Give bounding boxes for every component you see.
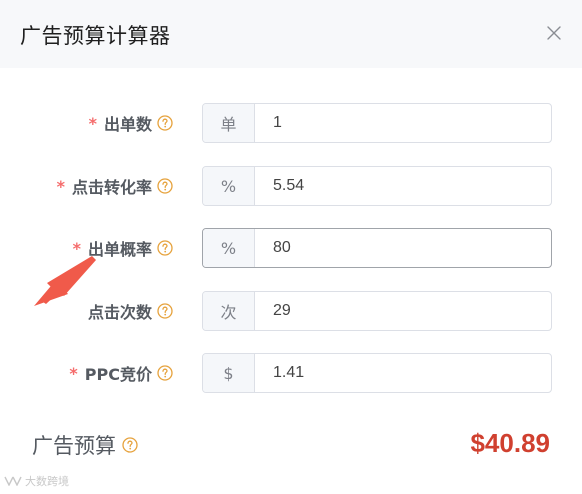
field-row-ppc-bid: * PPC竞价 $ <box>0 353 582 393</box>
unit-prefix: % <box>203 167 255 205</box>
question-circle-icon[interactable] <box>122 437 138 453</box>
question-circle-icon[interactable] <box>157 365 173 381</box>
order-probability-input[interactable] <box>255 229 551 267</box>
unit-prefix: % <box>203 229 255 267</box>
unit-prefix: $ <box>203 354 255 392</box>
result-footer: 广告预算 $40.89 <box>0 424 582 468</box>
field-label-click-conversion-rate: 点击转化率 <box>71 178 152 197</box>
order-count-input-group: 单 <box>202 103 552 143</box>
click-conversion-rate-input[interactable] <box>255 167 551 205</box>
ppc-bid-input[interactable] <box>255 354 551 392</box>
click-conversion-rate-input-group: % <box>202 166 552 206</box>
ppc-bid-input-group: $ <box>202 353 552 393</box>
unit-prefix: 单 <box>203 104 255 142</box>
question-circle-icon[interactable] <box>157 115 173 131</box>
ad-budget-value: $40.89 <box>470 428 550 458</box>
click-count-input[interactable] <box>255 292 551 330</box>
field-row-order-count: * 出单数 单 <box>0 103 582 143</box>
ad-budget-calculator-dialog: 广告预算计算器 * 出单数 单 * 点击转化率 <box>0 0 582 494</box>
dialog-header: 广告预算计算器 <box>0 0 582 68</box>
required-marker: * <box>88 113 97 133</box>
question-circle-icon[interactable] <box>157 178 173 194</box>
ad-budget-label: 广告预算 <box>32 434 116 458</box>
question-circle-icon[interactable] <box>157 303 173 319</box>
watermark-text: 大数跨境 <box>25 475 69 488</box>
watermark-logo-icon <box>4 476 22 486</box>
order-count-input[interactable] <box>255 104 551 142</box>
field-row-click-conversion-rate: * 点击转化率 % <box>0 166 582 206</box>
red-arrow-annotation <box>34 256 96 306</box>
question-circle-icon[interactable] <box>157 240 173 256</box>
order-probability-input-group: % <box>202 228 552 268</box>
required-marker: * <box>56 176 65 196</box>
watermark: 大数跨境 <box>4 473 69 489</box>
close-icon[interactable] <box>545 24 563 42</box>
required-marker: * <box>69 363 78 383</box>
dialog-title: 广告预算计算器 <box>20 24 171 48</box>
unit-prefix: 次 <box>203 292 255 330</box>
field-label-ppc-bid: PPC竞价 <box>84 365 152 384</box>
click-count-input-group: 次 <box>202 291 552 331</box>
field-label-order-count: 出单数 <box>103 115 152 134</box>
